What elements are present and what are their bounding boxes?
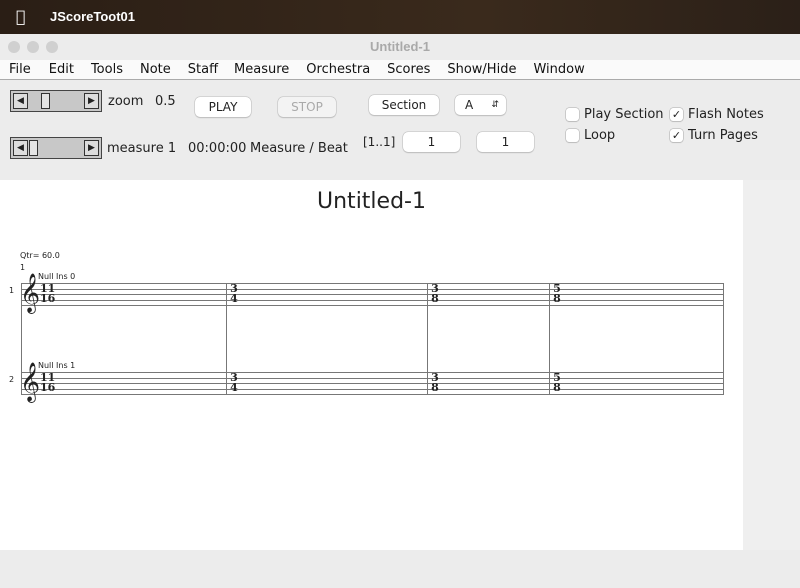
time-sig-denominator: 8	[431, 292, 439, 305]
staff-line	[21, 299, 724, 301]
turn-pages-checkbox[interactable]: ✓	[670, 129, 683, 142]
section-button[interactable]: Section	[369, 95, 439, 115]
time-sig-denominator: 8	[553, 381, 561, 394]
menu-window[interactable]: Window	[533, 60, 584, 79]
menu-orchestra[interactable]: Orchestra	[306, 60, 370, 79]
measure-label: measure 1	[107, 141, 177, 156]
checkmark-icon: ✓	[671, 108, 682, 121]
time-sig-denominator: 8	[431, 381, 439, 394]
time-signature: 38	[431, 283, 439, 305]
menu-show-hide[interactable]: Show/Hide	[447, 60, 516, 79]
score-canvas[interactable]: Untitled-1 Qtr= 60.0 1 1 Null Ins 0 𝄞 11 16 3…	[0, 180, 743, 550]
arrow-left-icon[interactable]: ◀	[13, 140, 28, 156]
start-field[interactable]: 1	[403, 132, 460, 152]
zoom-slider[interactable]: ◀ ▶	[10, 90, 102, 112]
time-signature: 11 16	[40, 372, 56, 394]
apple-logo-icon[interactable]: 	[16, 7, 26, 26]
staff-line	[21, 305, 724, 306]
barline	[226, 283, 227, 394]
zoom-value: 0.5	[155, 94, 176, 109]
measure-beat-label: Measure / Beat	[250, 141, 348, 156]
play-section-checkbox[interactable]	[566, 108, 579, 121]
staff-line	[21, 283, 724, 284]
menu-measure[interactable]: Measure	[234, 60, 289, 79]
measure-number: 1	[20, 263, 26, 272]
staff-line	[21, 377, 724, 379]
time-signature: 58	[553, 283, 561, 305]
flash-notes-label: Flash Notes	[688, 107, 764, 122]
zoom-label: zoom	[108, 94, 144, 109]
barline	[21, 283, 22, 394]
time-sig-denominator: 4	[230, 381, 238, 394]
time-signature: 58	[553, 372, 561, 394]
menu-edit[interactable]: Edit	[49, 60, 74, 79]
chevron-updown-icon: ⇵	[491, 100, 499, 110]
play-button[interactable]: PLAY	[195, 97, 251, 117]
menu-tools[interactable]: Tools	[91, 60, 123, 79]
arrow-right-icon[interactable]: ▶	[84, 140, 99, 156]
time-sig-denominator: 4	[230, 292, 238, 305]
time-signature: 38	[431, 372, 439, 394]
end-field[interactable]: 1	[477, 132, 534, 152]
menu-scores[interactable]: Scores	[387, 60, 430, 79]
stop-button[interactable]: STOP	[278, 97, 336, 117]
treble-clef-icon: 𝄞	[20, 273, 41, 313]
treble-clef-icon: 𝄞	[20, 362, 41, 402]
menu-staff[interactable]: Staff	[188, 60, 218, 79]
staff-line	[21, 388, 724, 390]
menu-file[interactable]: File	[9, 60, 31, 79]
slider-thumb[interactable]	[29, 140, 38, 156]
menu-note[interactable]: Note	[140, 60, 171, 79]
mac-menu-bar:  JScoreToot01	[0, 0, 800, 34]
staff-line	[21, 372, 724, 373]
play-section-label: Play Section	[584, 107, 664, 122]
staff-line	[21, 288, 724, 290]
turn-pages-label: Turn Pages	[688, 128, 758, 143]
arrow-left-icon[interactable]: ◀	[13, 93, 28, 109]
staff-number: 1	[9, 286, 15, 295]
title-bar: Untitled-1	[0, 34, 800, 60]
window-title: Untitled-1	[370, 39, 430, 54]
staff-line	[21, 294, 724, 295]
scroll-area[interactable]	[743, 180, 800, 550]
barline	[549, 283, 550, 394]
section-select[interactable]: A ⇵	[455, 95, 506, 115]
time-sig-denominator: 16	[40, 292, 56, 305]
time-display: 00:00:00	[188, 141, 247, 156]
measure-slider[interactable]: ◀ ▶	[10, 137, 102, 159]
app-name[interactable]: JScoreToot01	[50, 9, 135, 24]
loop-label: Loop	[584, 128, 616, 143]
staff-line	[21, 383, 724, 384]
slider-thumb[interactable]	[41, 93, 50, 109]
tempo-marking: Qtr= 60.0	[20, 251, 60, 260]
time-sig-denominator: 8	[553, 292, 561, 305]
menu-bar: File Edit Tools Note Staff Measure Orche…	[0, 60, 800, 80]
checkmark-icon: ✓	[671, 129, 682, 142]
time-sig-denominator: 16	[40, 381, 56, 394]
barline	[427, 283, 428, 394]
score-title: Untitled-1	[317, 189, 426, 214]
staff-line	[21, 394, 724, 395]
flash-notes-checkbox[interactable]: ✓	[670, 108, 683, 121]
arrow-right-icon[interactable]: ▶	[84, 93, 99, 109]
time-signature: 34	[230, 372, 238, 394]
instrument-label: Null Ins 1	[38, 361, 76, 370]
loop-checkbox[interactable]	[566, 129, 579, 142]
range-label: [1..1]	[363, 135, 396, 149]
instrument-label: Null Ins 0	[38, 272, 76, 281]
staff-number: 2	[9, 375, 15, 384]
barline	[723, 283, 724, 394]
section-select-value: A	[465, 98, 474, 112]
time-signature: 11 16	[40, 283, 56, 305]
time-signature: 34	[230, 283, 238, 305]
